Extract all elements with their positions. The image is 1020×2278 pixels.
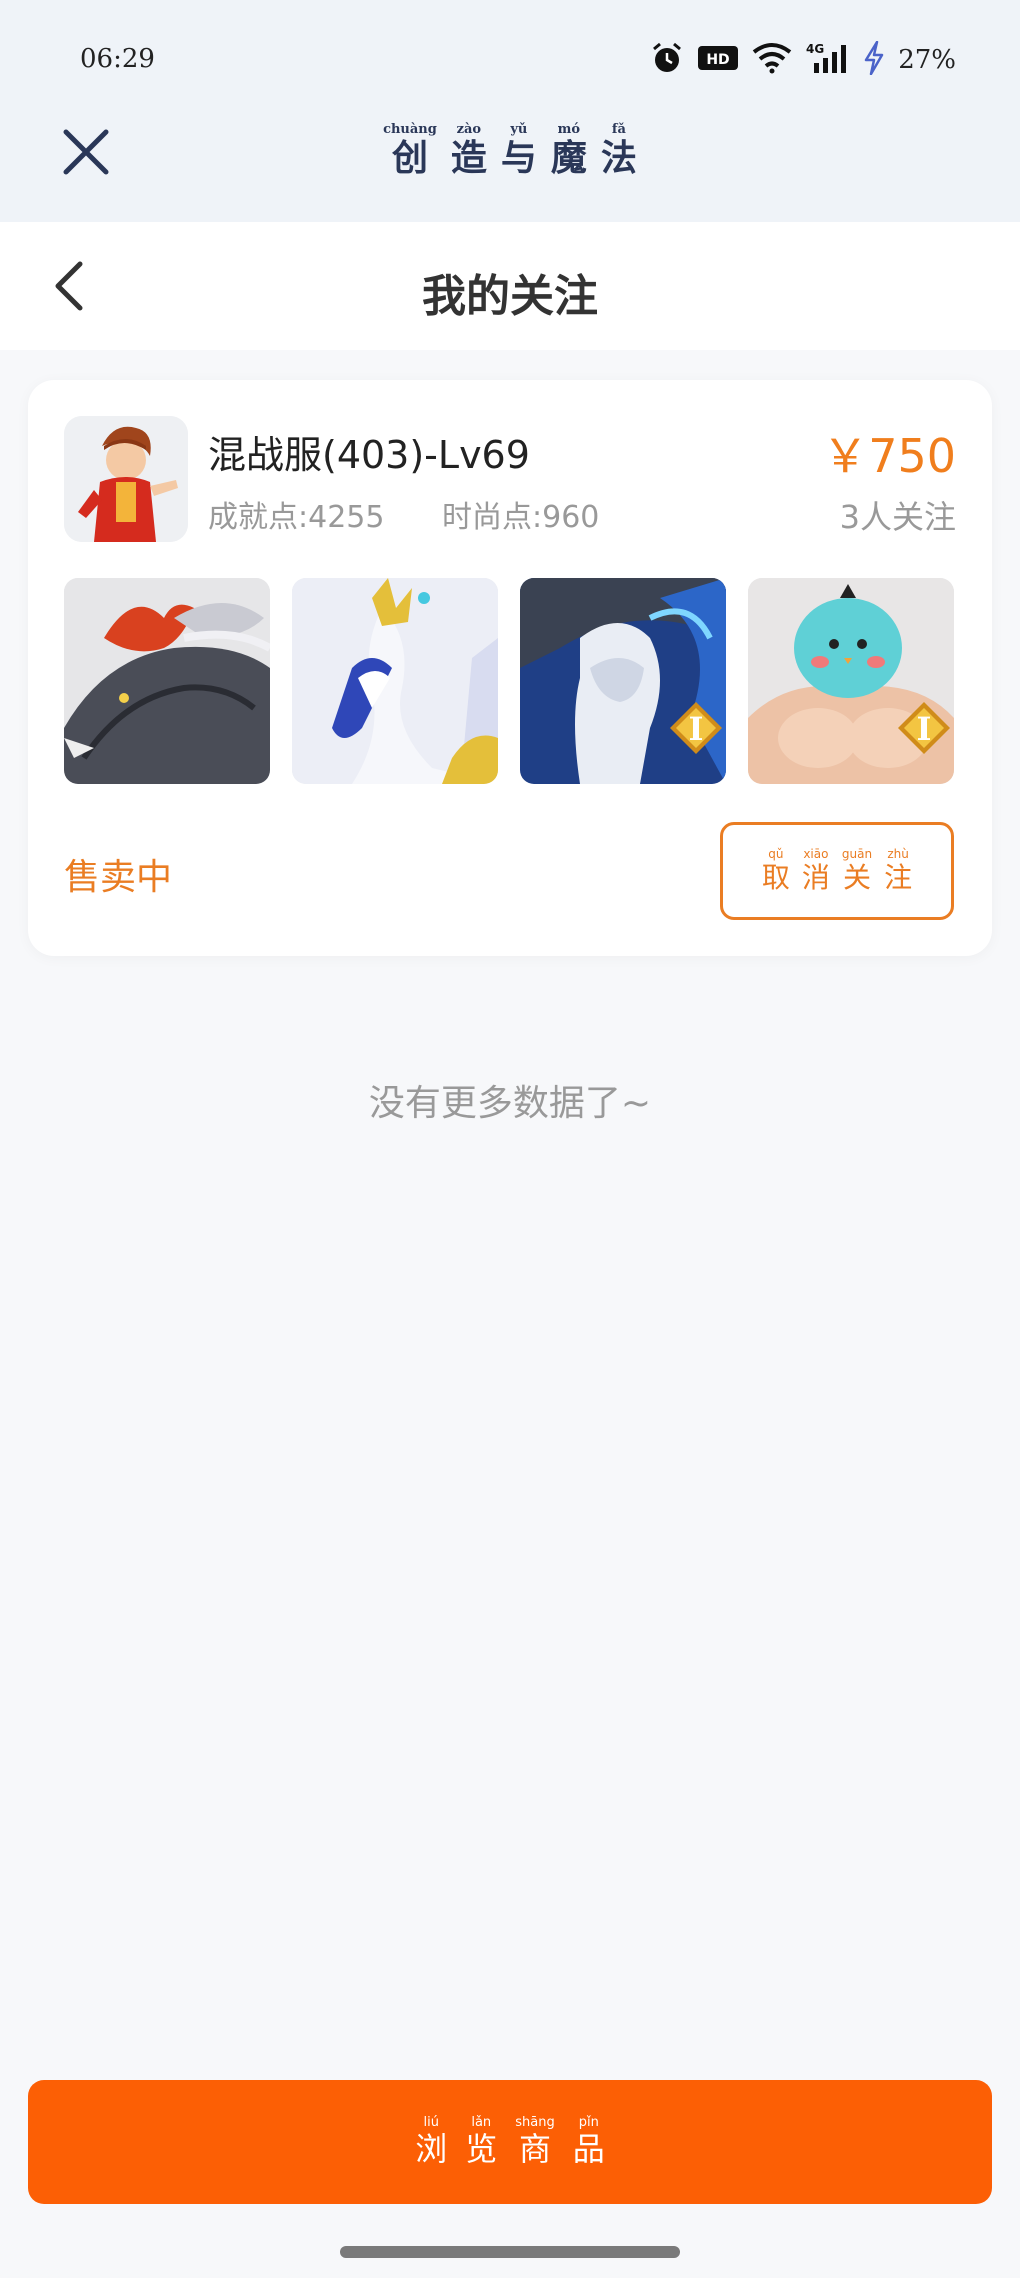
browse-label-pinyin: liú: [423, 2115, 439, 2130]
app-title-hanzi: 法: [600, 137, 637, 179]
app-title-hanzi: 造: [450, 137, 487, 179]
svg-text:HD: HD: [707, 52, 730, 68]
unfollow-label-char: qǔ 取: [762, 847, 790, 895]
signal-4g-icon: 4G: [806, 41, 850, 79]
browse-label-char: pǐn 品: [572, 2115, 605, 2169]
thumb-winged-warrior[interactable]: I: [520, 578, 726, 784]
browse-label-pinyin: pǐn: [578, 2115, 599, 2130]
listing-status: 售卖中: [64, 857, 173, 898]
thumb-swan-mount[interactable]: [292, 578, 498, 784]
app-title-char: zào 造: [450, 122, 487, 180]
unfollow-label-char: xiāo 消: [802, 847, 830, 895]
price: ￥750: [822, 429, 956, 483]
browse-products-button[interactable]: liú 浏 lǎn 览 shāng 商 pǐn 品: [28, 2080, 992, 2204]
achievement-points: 成就点:4255: [208, 500, 385, 535]
app-title-hanzi: 创: [391, 137, 428, 179]
item-thumbnails: I I: [64, 578, 954, 784]
app-title-pinyin: fǎ: [611, 122, 626, 137]
browse-label-char: lǎn 览: [465, 2115, 498, 2169]
unfollow-label-hanzi: 消: [801, 861, 830, 894]
app-title: chuàng 创 zào 造 yǔ 与 mó 魔 fǎ 法: [0, 118, 1020, 180]
svg-text:4G: 4G: [806, 42, 824, 56]
app-title-hanzi: 与: [500, 137, 537, 179]
app-title-pinyin: chuàng: [383, 122, 437, 137]
item-badge-label: I: [917, 710, 932, 748]
page-title: 我的关注: [422, 271, 598, 322]
app-title-hanzi: 魔: [550, 137, 587, 179]
browse-label-hanzi: 览: [465, 2130, 498, 2168]
followed-listing-card[interactable]: 混战服(403)-Lv69 成就点:4255 时尚点:960 ￥750 3人关注: [28, 380, 992, 956]
app-header: chuàng 创 zào 造 yǔ 与 mó 魔 fǎ 法: [0, 110, 1020, 222]
status-icons: HD 4G 27%: [650, 40, 956, 80]
app-title-pinyin: mó: [557, 122, 581, 137]
browse-label-pinyin: lǎn: [471, 2115, 492, 2130]
unfollow-label-hanzi: 取: [761, 861, 790, 894]
app-title-char: chuàng 创: [383, 122, 437, 180]
app-title-char: fǎ 法: [600, 122, 637, 180]
avatar: [64, 416, 188, 542]
browse-label-hanzi: 浏: [415, 2130, 448, 2168]
thumb-bird-costume[interactable]: I: [748, 578, 954, 784]
browse-label-hanzi: 品: [572, 2130, 605, 2168]
status-bar: 06:29 HD 4G 27%: [0, 0, 1020, 120]
thumb-dragon-mount[interactable]: [64, 578, 270, 784]
unfollow-label-pinyin: zhù: [887, 847, 909, 861]
fashion-points: 时尚点:960: [442, 500, 600, 535]
charging-icon: [864, 40, 884, 79]
hd-icon: HD: [698, 44, 739, 76]
browse-label-char: shāng 商: [515, 2115, 555, 2169]
end-of-list-text: 没有更多数据了~: [368, 1083, 652, 1124]
browse-label-hanzi: 商: [519, 2130, 552, 2168]
unfollow-label-hanzi: 注: [884, 861, 913, 894]
unfollow-button[interactable]: qǔ 取 xiāo 消 guān 关 zhù 注: [720, 822, 954, 920]
server-name: 混战服(403)-Lv69: [208, 433, 530, 477]
home-indicator[interactable]: [340, 2246, 680, 2258]
unfollow-label-hanzi: 关: [842, 861, 871, 894]
wifi-icon: [752, 42, 792, 78]
browse-label-pinyin: shāng: [515, 2115, 555, 2130]
unfollow-label-pinyin: qǔ: [768, 847, 784, 861]
alarm-icon: [650, 41, 684, 79]
item-badge-label: I: [689, 710, 704, 748]
follower-count: 3人关注: [839, 498, 956, 536]
app-title-char: yǔ 与: [500, 122, 537, 180]
battery-level: 27%: [898, 45, 956, 75]
app-title-pinyin: yǔ: [510, 122, 528, 137]
browse-label-char: liú 浏: [415, 2115, 448, 2169]
page-nav: 我的关注: [0, 222, 1020, 350]
unfollow-label-char: zhù 注: [884, 847, 912, 895]
app-title-pinyin: zào: [456, 122, 482, 137]
unfollow-label-pinyin: xiāo: [803, 847, 829, 861]
unfollow-label-pinyin: guān: [841, 847, 873, 861]
unfollow-label-char: guān 关: [842, 847, 872, 895]
status-time: 06:29: [80, 44, 155, 74]
app-title-char: mó 魔: [550, 122, 587, 180]
